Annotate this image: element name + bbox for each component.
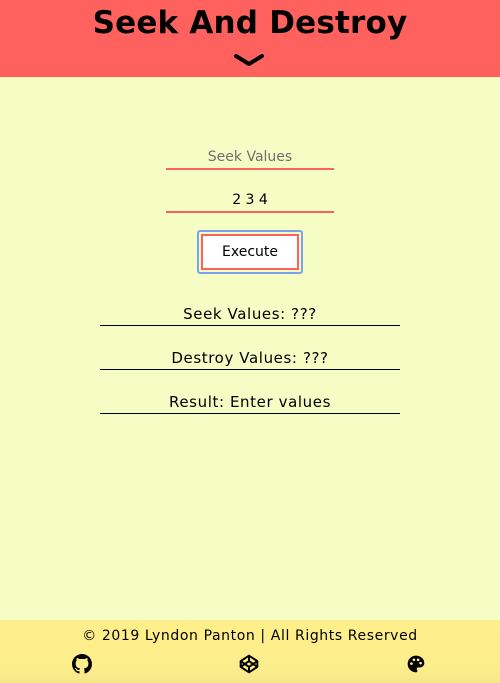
execute-button-focus-ring: Execute xyxy=(197,230,303,274)
seek-values-output: Seek Values: ??? xyxy=(100,303,400,326)
footer: © 2019 Lyndon Panton | All Rights Reserv… xyxy=(0,620,500,683)
copyright-text: © 2019 Lyndon Panton | All Rights Reserv… xyxy=(82,628,418,644)
header: Seek And Destroy xyxy=(0,0,500,77)
destroy-values-output: Destroy Values: ??? xyxy=(100,347,400,370)
execute-button[interactable]: Execute xyxy=(201,234,299,270)
codepen-icon[interactable] xyxy=(239,654,259,674)
github-icon[interactable] xyxy=(72,654,92,674)
destroy-values-input[interactable] xyxy=(166,189,334,213)
palette-icon[interactable] xyxy=(406,654,426,674)
chevron-down-icon[interactable] xyxy=(233,52,265,68)
page-title: Seek And Destroy xyxy=(92,5,408,41)
seek-values-input[interactable] xyxy=(166,146,334,170)
result-output: Result: Enter values xyxy=(100,391,400,414)
